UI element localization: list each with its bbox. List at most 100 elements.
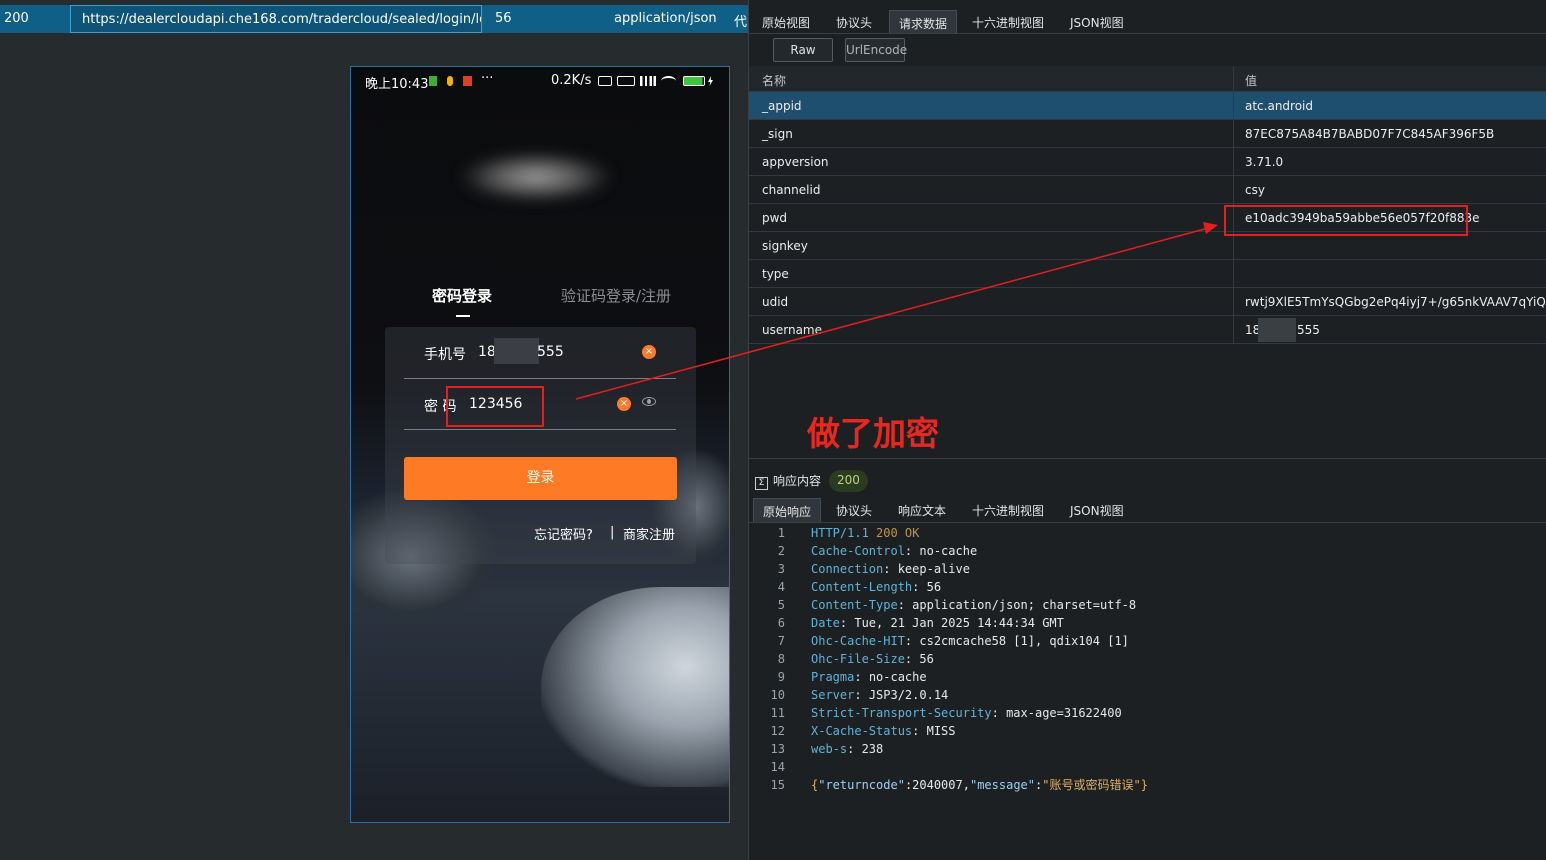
code-value: max-age=31622400 [1006,706,1122,720]
merchant-register-link[interactable]: 商家注册 [623,524,675,543]
grid-row[interactable]: username 18 555 [749,316,1546,344]
response-title: Σ 响应内容 [755,472,821,490]
grid-key: type [762,267,789,281]
grid-value: csy [1245,183,1265,197]
password-highlight-box [446,386,544,427]
tab-password-login[interactable]: 密码登录 [432,285,492,306]
code-line: 15 {"returncode":2040007,"message":"账号或密码… [749,776,1546,794]
tab-json-view[interactable]: JSON视图 [1061,10,1133,34]
line-number: 8 [777,652,785,666]
code-key: Content-Length [811,580,913,594]
code-line: 7 Ohc-Cache-HIT: cs2cmcache58 [1], qdix10… [749,632,1546,650]
code-key: Ohc-Cache-HIT [811,634,905,648]
clear-phone-icon[interactable]: × [642,345,656,359]
tab-response-json[interactable]: JSON视图 [1061,498,1133,522]
response-code-view[interactable]: 1 HTTP/1.1 200 OK 2 Cache-Control: no-cach… [749,524,1546,794]
clear-password-icon[interactable]: × [617,397,631,411]
grid-key: username [762,323,822,337]
phone-status-bar: 晚上10:43 ··· 0.2K/s [351,71,729,92]
session-truncated-column: 代 [734,15,748,30]
link-divider: | [610,525,615,540]
line-number: 7 [777,634,785,648]
tab-sms-login[interactable]: 验证码登录/注册 [561,285,671,306]
app-notification-icon-2 [463,76,472,86]
tab-response-text[interactable]: 响应文本 [889,498,955,522]
grid-row[interactable]: type [749,260,1546,288]
code-value: 238 [861,742,884,756]
tab-response-headers[interactable]: 协议头 [827,498,881,522]
grid-row[interactable]: signkey [749,232,1546,260]
code-key: Content-Type [811,598,898,612]
code-key: Connection [811,562,884,576]
grid-header-value[interactable]: 值 [1245,72,1257,89]
code-line: 13 web-s: 238 [749,740,1546,758]
line-number: 13 [770,742,785,756]
tab-response-hex[interactable]: 十六进制视图 [963,498,1053,522]
code-sep: : [854,688,869,702]
grid-key: appversion [762,155,829,169]
phone-field-suffix[interactable]: 555 [537,344,564,360]
grid-row[interactable]: _appid atc.android [749,92,1546,120]
line-number: 12 [770,724,785,738]
json-key-message: "message" [969,778,1035,792]
code-key: Strict-Transport-Security [811,706,992,720]
code-value: no-cache [919,544,978,558]
code-sep: : [912,724,927,738]
code-line: 11 Strict-Transport-Security: max-age=316… [749,704,1546,722]
session-row[interactable]: 200 https://dealercloudapi.che168.com/tr… [0,5,748,33]
urlencode-button[interactable]: UrlEncode [845,38,907,62]
code-sep: : [904,652,920,666]
session-url[interactable]: https://dealercloudapi.che168.com/trader… [70,5,482,33]
tab-hex-view[interactable]: 十六进制视图 [963,10,1053,34]
password-field-underline [404,429,676,430]
session-size: 56 [495,11,512,26]
raw-button[interactable]: Raw [773,38,833,62]
grid-key: channelid [762,183,821,197]
line-number: 9 [777,670,785,684]
line-number: 6 [777,616,785,630]
line-number: 10 [770,688,785,702]
code-value: no-cache [868,670,927,684]
code-line: 3 Connection: keep-alive [749,560,1546,578]
tab-raw-view[interactable]: 原始视图 [753,10,819,34]
network-speed: 0.2K/s [551,73,592,88]
grid-value: atc.android [1245,99,1314,113]
phone-time: 晚上10:43 [365,77,429,92]
code-key: X-Cache-Status [811,724,913,738]
tab-request-data[interactable]: 请求数据 [889,10,958,34]
code-line: 12 X-Cache-Status: MISS [749,722,1546,740]
code-sep: : [991,706,1007,720]
grid-value-suffix: 555 [1297,323,1320,337]
login-button[interactable]: 登录 [404,457,677,500]
code-value: 56 [926,580,942,594]
session-status: 200 [4,11,29,26]
code-line: 14 [749,758,1546,776]
forgot-password-link[interactable]: 忘记密码? [534,524,593,543]
grid-key: udid [762,295,789,309]
json-brace-close: } [1140,778,1148,792]
grid-header-name[interactable]: 名称 [762,72,786,89]
line-number: 14 [770,760,785,774]
line-number: 2 [777,544,785,558]
code-value: 200 OK [876,526,920,540]
grid-row[interactable]: channelid csy [749,176,1546,204]
code-line: 2 Cache-Control: no-cache [749,542,1546,560]
code-sep: : [904,544,920,558]
battery-icon [683,76,705,86]
code-sep: : [854,670,869,684]
grid-row[interactable]: udid rwtj9XlE5TmYsQGbg2ePq4iyj7+/g65nkVA… [749,288,1546,316]
grid-row[interactable]: appversion 3.71.0 [749,148,1546,176]
mute-icon [598,76,612,86]
tab-raw-response[interactable]: 原始响应 [753,498,822,522]
tab-headers[interactable]: 协议头 [827,10,881,34]
eye-icon[interactable] [642,397,656,406]
code-key: web-s [811,742,848,756]
code-sep: : [839,616,855,630]
code-key: Ohc-File-Size [811,652,905,666]
grid-row[interactable]: _sign 87EC875A84B7BABD07F7C845AF396F5B [749,120,1546,148]
code-key: Cache-Control [811,544,905,558]
vpn-icon [617,76,635,86]
code-line: 5 Content-Type: application/json; charset… [749,596,1546,614]
line-number: 11 [770,706,785,720]
phone-screenshot: 晚上10:43 ··· 0.2K/s 密码登录 验证码登录/注册 手机号 18 … [350,66,730,823]
